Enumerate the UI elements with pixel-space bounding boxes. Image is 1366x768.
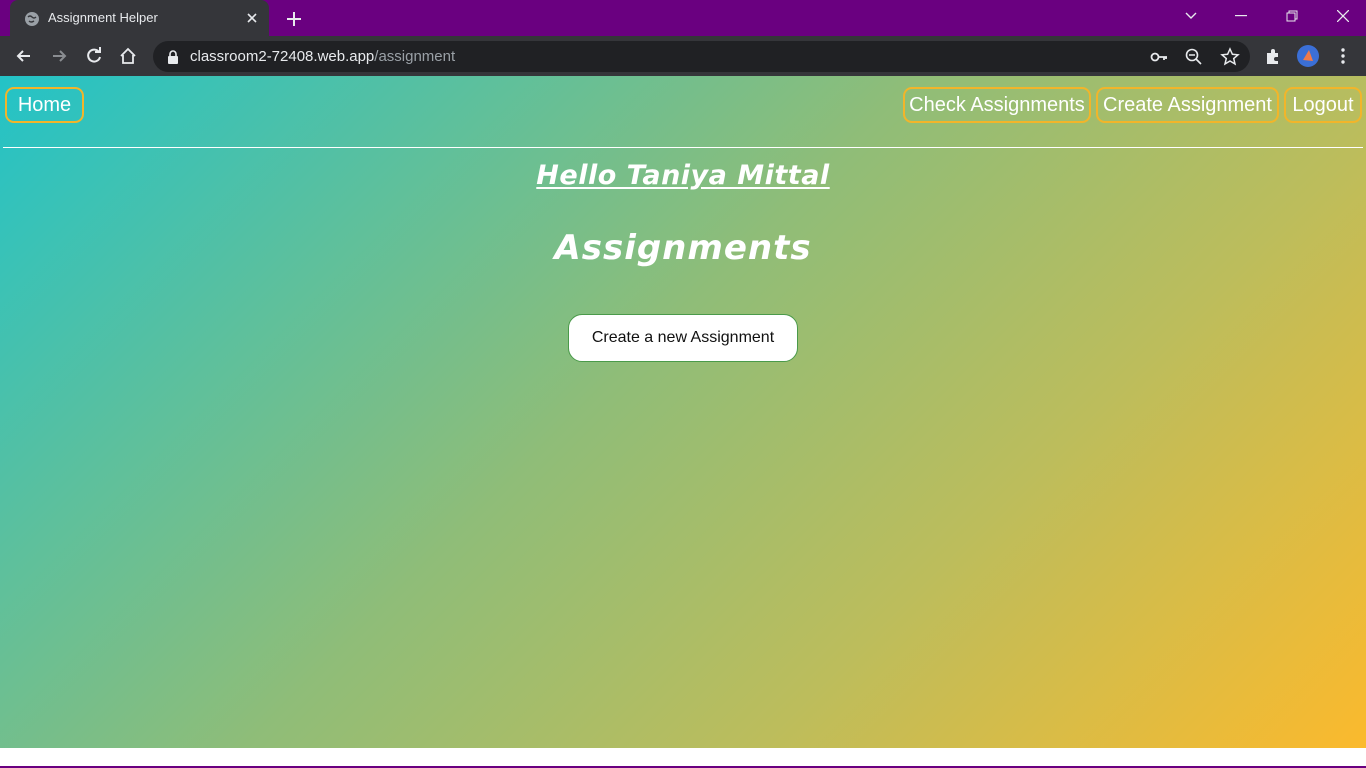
page-heading: Assignments <box>554 228 812 268</box>
reload-icon[interactable] <box>84 46 104 66</box>
header-divider <box>3 147 1363 148</box>
home-nav-button[interactable]: Home <box>5 87 84 123</box>
browser-titlebar: Assignment Helper <box>0 0 1366 36</box>
create-assignment-nav-button[interactable]: Create Assignment <box>1096 87 1279 123</box>
profile-avatar[interactable] <box>1297 45 1319 67</box>
key-icon[interactable] <box>1149 47 1169 67</box>
globe-icon <box>25 12 39 26</box>
forward-icon[interactable] <box>49 46 69 66</box>
zoom-out-icon[interactable] <box>1184 47 1204 67</box>
close-tab-icon[interactable] <box>243 9 261 27</box>
greeting-text: Hello Taniya Mittal <box>536 160 830 191</box>
check-assignments-button[interactable]: Check Assignments <box>903 87 1091 123</box>
browser-tab[interactable]: Assignment Helper <box>10 0 269 36</box>
browser-toolbar: classroom2-72408.web.app/assignment <box>0 36 1366 76</box>
home-icon[interactable] <box>118 46 138 66</box>
url-host: classroom2-72408.web.app <box>190 48 375 65</box>
bookmark-star-icon[interactable] <box>1220 47 1240 67</box>
restore-icon[interactable] <box>1269 0 1315 32</box>
lock-icon <box>168 50 178 64</box>
tab-search-icon[interactable] <box>1168 0 1214 32</box>
close-window-icon[interactable] <box>1320 0 1366 32</box>
logout-button[interactable]: Logout <box>1284 87 1362 123</box>
address-bar[interactable]: classroom2-72408.web.app/assignment <box>153 41 1250 72</box>
url-text: classroom2-72408.web.app/assignment <box>190 48 455 65</box>
page-content: Home Check Assignments Create Assignment… <box>0 76 1366 748</box>
create-new-assignment-button[interactable]: Create a new Assignment <box>568 314 798 362</box>
tab-title: Assignment Helper <box>48 10 158 25</box>
back-icon[interactable] <box>14 46 34 66</box>
menu-kebab-icon[interactable] <box>1333 46 1353 66</box>
extensions-icon[interactable] <box>1263 46 1283 66</box>
new-tab-icon[interactable] <box>284 9 304 29</box>
bottom-strip <box>0 748 1366 766</box>
url-path: /assignment <box>374 48 456 65</box>
minimize-icon[interactable] <box>1218 0 1264 32</box>
